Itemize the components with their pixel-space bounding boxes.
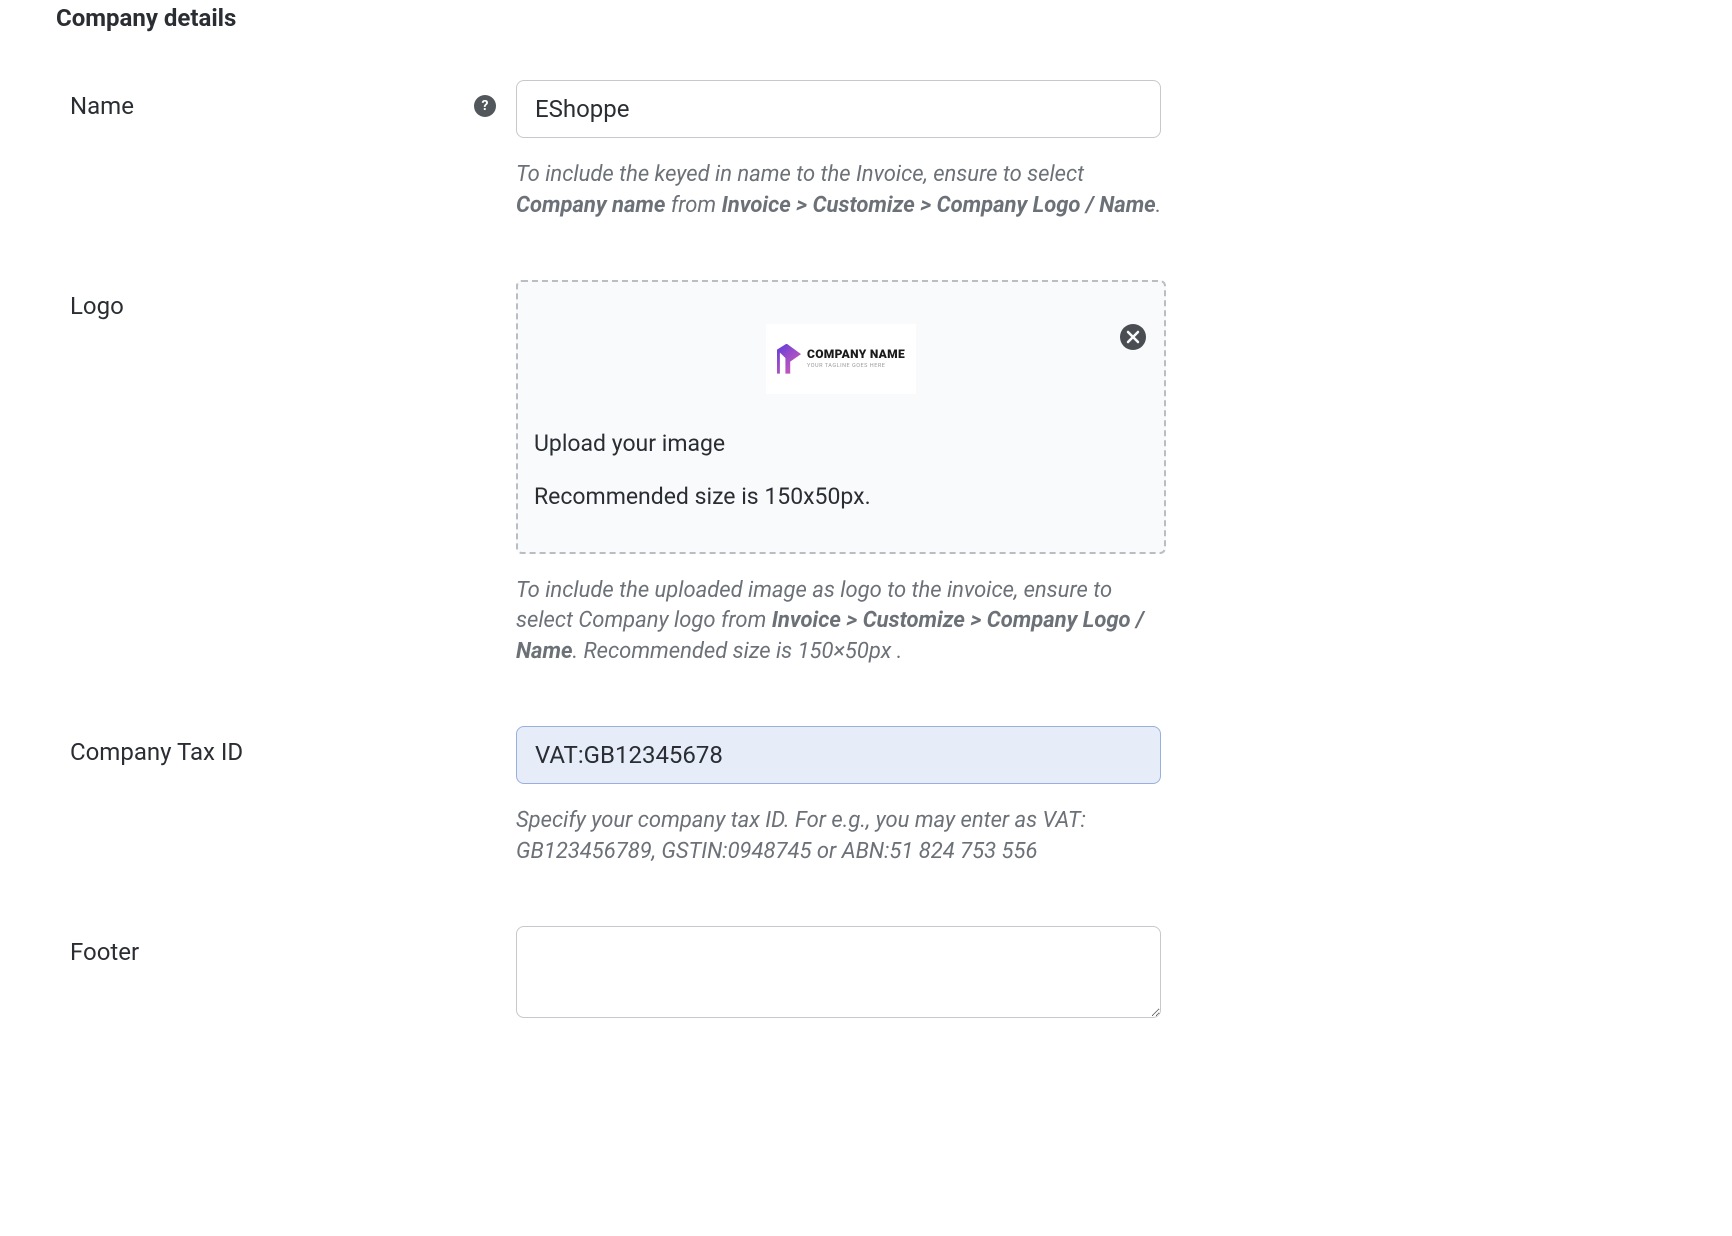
name-hint: To include the keyed in name to the Invo… <box>516 160 1166 222</box>
logo-placeholder-sub: YOUR TAGLINE GOES HERE <box>807 364 905 370</box>
logo-placeholder-main: COMPANY NAME <box>807 348 905 360</box>
logo-upload-area[interactable]: COMPANY NAME YOUR TAGLINE GOES HERE Uplo… <box>516 280 1166 554</box>
close-icon <box>1126 330 1140 344</box>
logo-hint: To include the uploaded image as logo to… <box>516 576 1166 668</box>
remove-logo-button[interactable] <box>1120 324 1146 350</box>
footer-textarea[interactable] <box>516 926 1161 1018</box>
footer-label: Footer <box>70 938 139 966</box>
logo-mark-icon <box>777 344 801 374</box>
name-label: Name <box>70 92 134 120</box>
row-footer: Footer <box>56 926 1676 1022</box>
logo-preview: COMPANY NAME YOUR TAGLINE GOES HERE <box>766 324 916 394</box>
row-name: Name ? To include the keyed in name to t… <box>56 80 1676 222</box>
row-tax-id: Company Tax ID Specify your company tax … <box>56 726 1676 868</box>
help-icon[interactable]: ? <box>474 95 496 117</box>
name-input[interactable] <box>516 80 1161 138</box>
logo-label: Logo <box>70 292 124 320</box>
tax-id-input[interactable] <box>516 726 1161 784</box>
section-title: Company details <box>56 4 1676 32</box>
tax-id-label: Company Tax ID <box>70 738 243 766</box>
tax-id-hint: Specify your company tax ID. For e.g., y… <box>516 806 1166 868</box>
upload-size-text: Recommended size is 150x50px. <box>534 483 1148 510</box>
row-logo: Logo COMPANY NAME YOUR TAGLINE GOES HERE <box>56 280 1676 668</box>
upload-text: Upload your image <box>534 430 1148 457</box>
